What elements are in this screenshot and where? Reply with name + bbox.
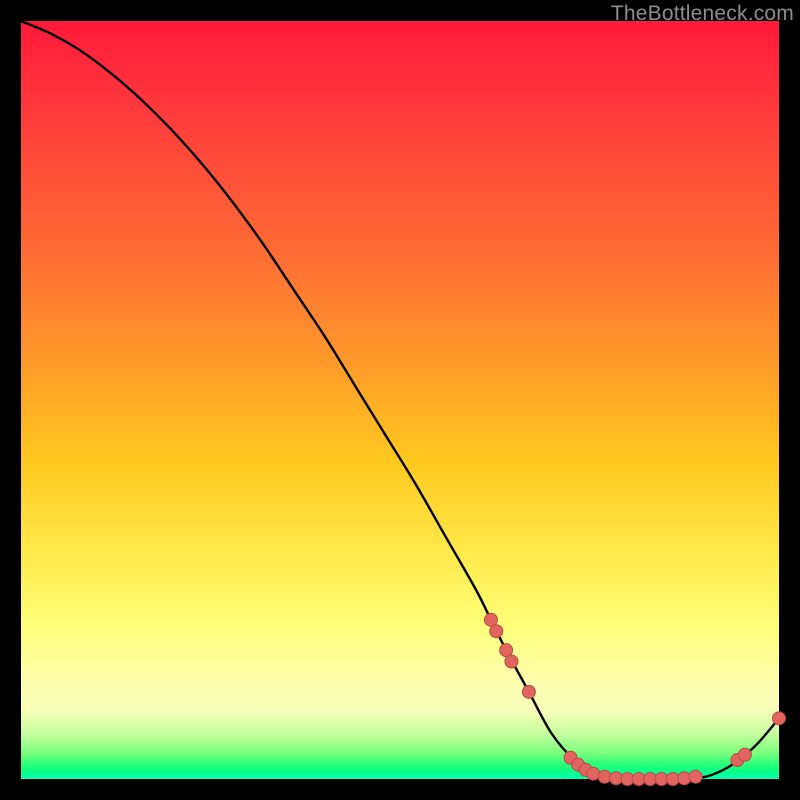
marker-group [484, 613, 785, 785]
watermark-text: TheBottleneck.com [611, 2, 794, 26]
data-marker [738, 748, 751, 761]
plot-area [21, 21, 779, 779]
data-marker [773, 712, 786, 725]
chart-root: { "watermark": "TheBottleneck.com", "cha… [0, 0, 800, 800]
data-marker [689, 770, 702, 783]
data-marker [490, 625, 503, 638]
chart-svg [21, 21, 779, 779]
bottleneck-curve [21, 21, 779, 779]
data-marker [522, 685, 535, 698]
data-marker [505, 655, 518, 668]
